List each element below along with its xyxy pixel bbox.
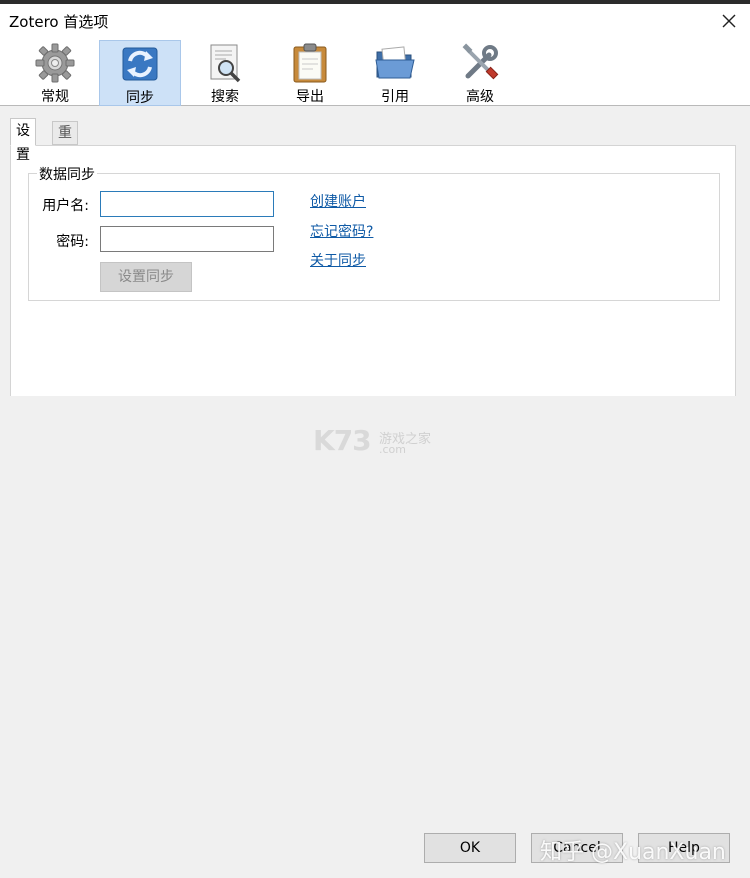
gear-icon bbox=[35, 43, 75, 83]
tab-settings[interactable]: 设置 bbox=[10, 118, 36, 163]
toolbar-item-general[interactable]: 常规 bbox=[14, 40, 96, 106]
toolbar-item-export[interactable]: 导出 bbox=[269, 40, 351, 106]
toolbar-label: 同步 bbox=[126, 90, 154, 106]
data-sync-group: 数据同步 用户名: 密码: 设置同步 创建账户 忘记密码? 关于同步 bbox=[28, 164, 720, 301]
username-input[interactable] bbox=[100, 191, 274, 217]
toolbar-label: 引用 bbox=[381, 89, 409, 105]
tab-panel: 数据同步 用户名: 密码: 设置同步 创建账户 忘记密码? 关于同步 bbox=[10, 145, 736, 396]
toolbar-item-advanced[interactable]: 高级 bbox=[439, 40, 521, 106]
create-account-link[interactable]: 创建账户 bbox=[310, 191, 366, 211]
sync-icon bbox=[122, 47, 158, 81]
toolbar-item-search[interactable]: 搜索 bbox=[184, 40, 266, 106]
window-title: Zotero 首选项 bbox=[9, 13, 109, 31]
toolbar-label: 常规 bbox=[41, 89, 69, 105]
toolbar-label: 导出 bbox=[296, 89, 324, 105]
search-document-icon bbox=[210, 44, 241, 83]
password-label: 密码: bbox=[56, 234, 89, 250]
toolbar-item-sync[interactable]: 同步 bbox=[99, 40, 181, 106]
watermark-com: .com bbox=[379, 443, 406, 456]
preferences-toolbar: 常规 同步 搜索 导出 引用 高级 bbox=[0, 36, 750, 106]
tab-reset[interactable]: 重置 bbox=[52, 121, 78, 163]
toolbar-item-cite[interactable]: 引用 bbox=[354, 40, 436, 106]
password-input[interactable] bbox=[100, 226, 274, 252]
watermark-brand: K73 bbox=[313, 424, 372, 457]
forgot-password-link[interactable]: 忘记密码? bbox=[310, 221, 373, 241]
title-bar: Zotero 首选项 bbox=[0, 4, 750, 36]
ok-button[interactable]: OK bbox=[424, 833, 516, 863]
clipboard-icon bbox=[293, 43, 327, 83]
folder-icon bbox=[375, 46, 415, 79]
username-label: 用户名: bbox=[42, 198, 89, 214]
close-icon bbox=[722, 14, 736, 28]
setup-sync-button[interactable]: 设置同步 bbox=[100, 262, 192, 292]
preferences-window: Zotero 首选项 常规 同步 搜索 导出 引用 高级 设置 重 数据同步 用… bbox=[0, 4, 750, 878]
about-sync-link[interactable]: 关于同步 bbox=[310, 250, 366, 270]
k73-watermark: K73 游戏之家 .com bbox=[313, 424, 443, 464]
tools-icon bbox=[462, 43, 499, 80]
toolbar-label: 高级 bbox=[466, 89, 494, 105]
toolbar-label: 搜索 bbox=[211, 89, 239, 105]
zhihu-watermark: 知乎 @XuanXuan bbox=[540, 840, 726, 865]
group-title: 数据同步 bbox=[37, 164, 97, 184]
close-button[interactable] bbox=[718, 10, 740, 32]
